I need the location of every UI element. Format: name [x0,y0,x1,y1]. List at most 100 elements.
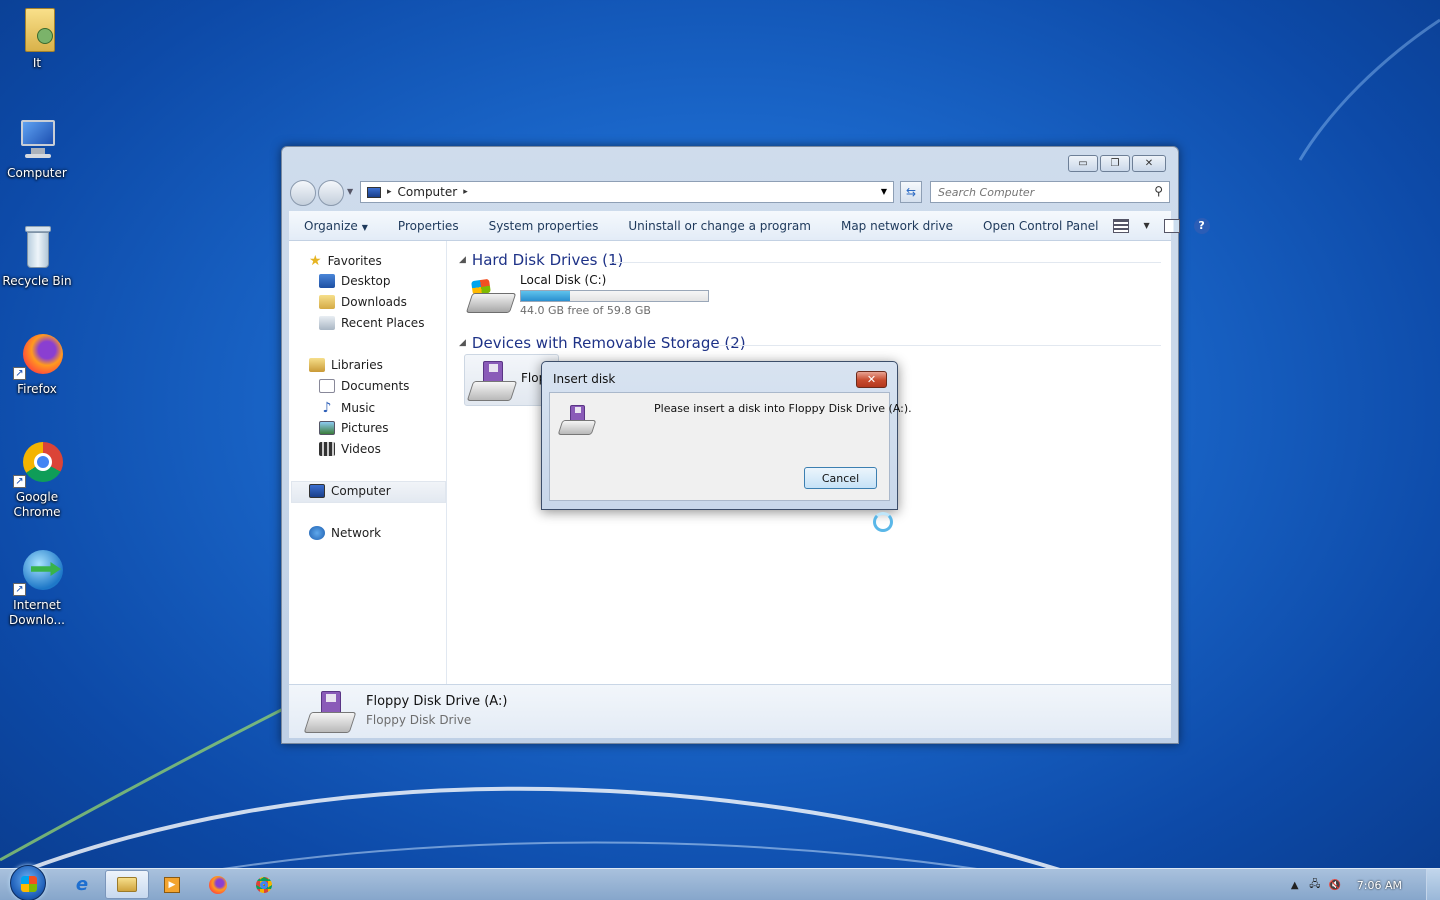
chevron-down-icon: ▼ [361,222,368,232]
firefox-icon [209,875,227,894]
details-item-name: Floppy Disk Drive (A:) [366,694,508,709]
nav-recent-places[interactable]: Recent Places [319,316,424,330]
nav-favorites[interactable]: ★ Favorites [309,253,382,269]
recycle-bin-icon [13,224,61,272]
nav-desktop[interactable]: Desktop [319,274,391,288]
start-button[interactable] [10,865,46,900]
volume-muted-icon[interactable]: 🔇 [1325,880,1345,891]
system-properties-button[interactable]: System properties [474,219,614,233]
change-view-icon[interactable] [1113,218,1130,233]
help-icon[interactable]: ? [1193,217,1210,234]
nav-videos[interactable]: Videos [319,442,381,456]
minimize-button[interactable]: ▭ [1068,155,1098,172]
properties-button[interactable]: Properties [383,219,474,233]
clock[interactable]: 7:06 AM [1345,879,1426,892]
music-icon: ♪ [322,400,332,416]
open-control-panel-button[interactable]: Open Control Panel [968,219,1113,233]
nav-computer[interactable]: Computer [309,484,391,498]
capacity-bar-fill [521,291,570,301]
preview-pane-icon[interactable] [1163,218,1180,233]
address-bar[interactable]: ▸ Computer ▸ ▼ [360,181,894,203]
documents-icon [319,379,335,393]
group-header-removable-storage[interactable]: ◢ Devices with Removable Storage (2) [459,334,746,352]
network-status-icon[interactable]: 🖧 [1305,877,1325,894]
address-dropdown-icon[interactable]: ▼ [881,187,887,196]
search-icon[interactable]: ⚲ [1154,184,1163,198]
desktop-icon-label: Computer [7,166,67,180]
group-divider [719,345,1161,346]
desktop-icon-label: Recycle Bin [2,274,72,288]
taskbar: e ▶ ▲ 🖧 🔇 7:06 AM [0,865,1440,900]
firefox-icon: ↗ [13,332,63,380]
floppy-drive-icon [303,691,357,733]
collapse-triangle-icon[interactable]: ◢ [459,255,466,265]
breadcrumb-separator-icon[interactable]: ▸ [463,187,468,197]
group-header-hard-disk-drives[interactable]: ◢ Hard Disk Drives (1) [459,251,623,269]
chrome-icon: ↗ [13,440,63,488]
desktop-icon-internet-download-manager[interactable]: ↗ Internet Downlo... [2,548,72,628]
taskbar-windows-explorer[interactable] [105,870,149,899]
breadcrumb-computer[interactable]: Computer [398,185,458,199]
internet-explorer-icon: e [75,874,89,895]
nav-libraries[interactable]: Libraries [309,358,383,372]
desktop-icon-it[interactable]: It [2,6,72,71]
nav-documents[interactable]: Documents [319,379,409,393]
breadcrumb-separator-icon[interactable]: ▸ [387,187,392,197]
system-tray: ▲ 🖧 🔇 7:06 AM [1285,869,1440,900]
user-folder-icon [13,6,61,54]
refresh-button[interactable]: ⇆ [900,181,922,203]
floppy-drive-icon [557,405,597,435]
libraries-icon [309,358,325,372]
pictures-icon [319,421,335,435]
computer-icon [309,484,325,498]
downloads-folder-icon [319,295,335,309]
cancel-button[interactable]: Cancel [804,467,877,489]
drive-name: Local Disk (C:) [520,273,607,287]
maximize-button[interactable]: ❐ [1100,155,1130,172]
drive-item-local-disk-c[interactable]: Local Disk (C:) 44.0 GB free of 59.8 GB [464,271,714,319]
windows-explorer-icon [117,877,137,892]
desktop-icon-firefox[interactable]: ↗ Firefox [2,332,72,397]
taskbar-internet-explorer[interactable]: e [60,870,104,899]
drive-free-space: 44.0 GB free of 59.8 GB [520,304,651,317]
taskbar-media-player[interactable]: ▶ [150,870,194,899]
show-hidden-icons-chevron-icon[interactable]: ▲ [1285,880,1305,891]
videos-icon [319,442,335,456]
desktop-icon-computer[interactable]: Computer [2,116,72,181]
nav-music[interactable]: ♪ Music [319,400,376,416]
desktop-icon-label: It [32,56,42,70]
recent-pages-dropdown-icon[interactable]: ▼ [347,187,353,196]
show-desktop-button[interactable] [1426,869,1440,900]
desktop-icon-recycle-bin[interactable]: Recycle Bin [2,224,72,289]
dialog-close-button[interactable]: ✕ [856,371,887,388]
taskbar-firefox[interactable] [196,870,240,899]
desktop-icon-label: Google Chrome [13,490,61,519]
organize-menu[interactable]: Organize ▼ [289,219,383,233]
nav-network[interactable]: Network [309,526,381,540]
view-options-dropdown-icon[interactable]: ▼ [1143,221,1149,230]
computer-icon [367,186,381,198]
shortcut-arrow-icon: ↗ [13,583,26,596]
desktop-icon-google-chrome[interactable]: ↗ Google Chrome [2,440,72,520]
taskbar-chrome[interactable] [242,870,286,899]
close-button[interactable]: ✕ [1132,155,1166,172]
uninstall-program-button[interactable]: Uninstall or change a program [613,219,826,233]
navigation-bar: ▼ ▸ Computer ▸ ▼ ⇆ ⚲ [290,179,1170,206]
collapse-triangle-icon[interactable]: ◢ [459,338,466,348]
back-button[interactable] [290,180,316,206]
search-box[interactable]: ⚲ [930,181,1170,203]
dialog-message: Please insert a disk into Floppy Disk Dr… [654,402,912,415]
desktop-icon-label: Internet Downlo... [9,598,65,627]
nav-pictures[interactable]: Pictures [319,421,389,435]
dialog-title: Insert disk [553,372,616,386]
insert-disk-dialog[interactable]: Insert disk ✕ Please insert a disk into … [541,361,912,510]
nav-downloads[interactable]: Downloads [319,295,407,309]
map-network-drive-button[interactable]: Map network drive [826,219,968,233]
network-icon [309,526,325,540]
desktop-icon-label: Firefox [17,382,57,396]
command-bar: Organize ▼ Properties System properties U… [289,211,1210,241]
search-input[interactable] [938,185,1138,199]
forward-button[interactable] [318,180,344,206]
group-divider [611,262,1161,263]
details-pane: Floppy Disk Drive (A:) Floppy Disk Drive [289,684,1171,738]
